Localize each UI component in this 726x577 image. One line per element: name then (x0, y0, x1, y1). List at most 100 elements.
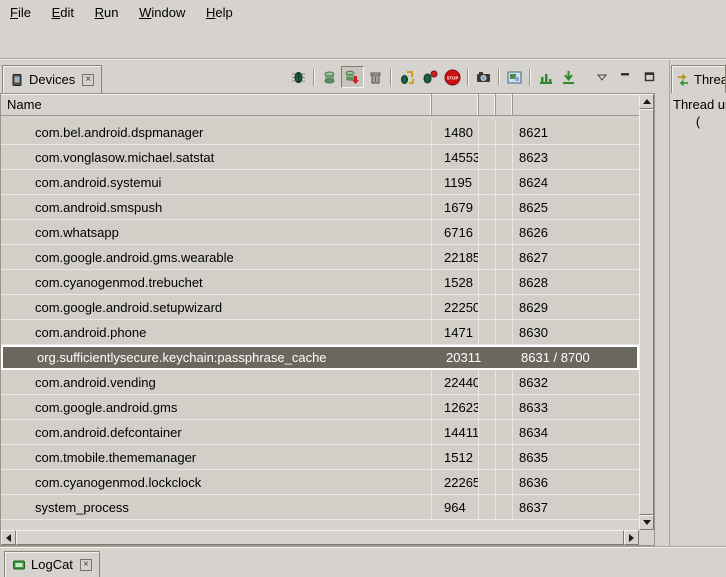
column-header-empty[interactable] (479, 94, 496, 115)
table-row[interactable]: com.cyanogenmod.trebuchet15288628 (1, 270, 639, 295)
table-row[interactable]: com.android.defcontainer144118634 (1, 420, 639, 445)
table-row[interactable]: com.tmobile.thememanager15128635 (1, 445, 639, 470)
table-row[interactable]: com.whatsapp67168626 (1, 220, 639, 245)
maximize-button[interactable] (642, 69, 658, 85)
empty-cell (479, 120, 496, 144)
horizontal-scrollbar[interactable] (1, 530, 639, 545)
empty-cell (498, 347, 515, 368)
sysinfo-button[interactable] (534, 66, 557, 88)
empty-cell (496, 270, 513, 294)
sysinfo-icon (537, 69, 554, 86)
empty-cell (479, 495, 496, 519)
process-name: com.android.smspush (1, 195, 432, 219)
maximize-icon (643, 70, 657, 84)
view-menu-button[interactable] (594, 69, 610, 85)
scroll-up-icon[interactable] (639, 94, 654, 109)
table-row[interactable]: com.android.phone14718630 (1, 320, 639, 345)
capture-pull-button[interactable] (557, 66, 580, 88)
table-header: Name (1, 94, 639, 116)
toolbar-separator (467, 69, 469, 86)
empty-cell (496, 220, 513, 244)
process-port: 8633 (513, 395, 639, 419)
vertical-scroll-thumb[interactable] (639, 109, 654, 515)
process-pid: 20311 (434, 347, 481, 368)
view-hierarchy-button[interactable] (503, 66, 526, 88)
process-name: system_process (1, 495, 432, 519)
stop-process-button[interactable]: STOP (441, 66, 464, 88)
threads-tab-bar: Threads (670, 60, 726, 93)
scroll-down-icon[interactable] (639, 515, 654, 530)
tab-devices[interactable]: Devices × (2, 65, 102, 93)
start-method-profiling-button[interactable] (418, 66, 441, 88)
process-pid: 1512 (432, 445, 479, 469)
table-row[interactable]: com.bel.android.dspmanager14808621 (1, 120, 639, 145)
menu-bar: File Edit Run Window Help (0, 0, 726, 26)
scroll-left-icon[interactable] (1, 530, 16, 545)
debug-process-button[interactable] (287, 66, 310, 88)
tab-threads[interactable]: Threads (671, 65, 726, 93)
table-row[interactable]: system_process9648637 (1, 495, 639, 520)
vertical-scrollbar[interactable] (639, 94, 654, 530)
scroll-right-icon[interactable] (624, 530, 639, 545)
minimize-button[interactable] (618, 69, 634, 85)
table-row[interactable]: com.google.android.gms126238633 (1, 395, 639, 420)
devices-tab-icon (10, 73, 24, 87)
process-name: com.google.android.setupwizard (1, 295, 432, 319)
screen-capture-icon (475, 69, 492, 86)
table-row[interactable]: com.google.android.gms.wearable221858627 (1, 245, 639, 270)
menu-run[interactable]: Run (95, 0, 119, 26)
table-row[interactable]: org.sufficientlysecure.keychain:passphra… (1, 345, 639, 370)
toolbar-separator (313, 69, 315, 86)
menu-file[interactable]: File (10, 0, 31, 26)
empty-cell (496, 320, 513, 344)
screen-capture-button[interactable] (472, 66, 495, 88)
update-heap-button[interactable] (318, 66, 341, 88)
process-name: com.cyanogenmod.lockclock (1, 470, 432, 494)
process-name: com.cyanogenmod.trebuchet (1, 270, 432, 294)
process-port: 8621 (513, 120, 639, 144)
menu-help[interactable]: Help (206, 0, 233, 26)
process-name: com.android.systemui (1, 170, 432, 194)
process-name: com.google.android.gms.wearable (1, 245, 432, 269)
process-port: 8625 (513, 195, 639, 219)
empty-cell (496, 195, 513, 219)
menu-window[interactable]: Window (139, 0, 185, 26)
empty-cell (481, 347, 498, 368)
toolbar-separator (390, 69, 392, 86)
threads-tab-label: Threads (694, 72, 726, 87)
empty-cell (496, 145, 513, 169)
process-name: com.google.android.gms (1, 395, 432, 419)
process-port: 8636 (513, 470, 639, 494)
close-icon[interactable]: × (80, 559, 92, 571)
cause-gc-button[interactable] (364, 66, 387, 88)
table-row[interactable]: com.cyanogenmod.lockclock222658636 (1, 470, 639, 495)
empty-cell (479, 195, 496, 219)
empty-cell (496, 245, 513, 269)
dump-hprof-button[interactable] (341, 66, 364, 88)
tab-logcat[interactable]: LogCat × (4, 551, 100, 577)
horizontal-scroll-thumb[interactable] (16, 530, 624, 545)
empty-cell (496, 420, 513, 444)
table-row[interactable]: com.android.systemui11958624 (1, 170, 639, 195)
logcat-bar: LogCat × (0, 546, 726, 577)
table-row[interactable]: com.android.vending224408632 (1, 370, 639, 395)
process-name: com.whatsapp (1, 220, 432, 244)
process-table: Name com.bel.android.dspmanager14808621c… (0, 93, 655, 546)
column-header-pid[interactable] (432, 94, 479, 115)
view-window-controls (594, 63, 658, 91)
table-row[interactable]: com.google.android.setupwizard222508629 (1, 295, 639, 320)
start-method-profiling-icon (421, 69, 438, 86)
process-name: com.android.phone (1, 320, 432, 344)
process-pid: 1528 (432, 270, 479, 294)
update-threads-button[interactable] (395, 66, 418, 88)
column-header-empty[interactable] (496, 94, 513, 115)
table-row[interactable]: com.android.smspush16798625 (1, 195, 639, 220)
menu-edit[interactable]: Edit (52, 0, 74, 26)
empty-cell (479, 420, 496, 444)
close-icon[interactable]: × (82, 74, 94, 86)
svg-text:STOP: STOP (447, 75, 459, 80)
table-row[interactable]: com.vonglasow.michael.satstat145538623 (1, 145, 639, 170)
column-header-port[interactable] (513, 94, 639, 115)
threads-tab-icon (676, 73, 690, 87)
column-header-name[interactable]: Name (1, 94, 432, 115)
